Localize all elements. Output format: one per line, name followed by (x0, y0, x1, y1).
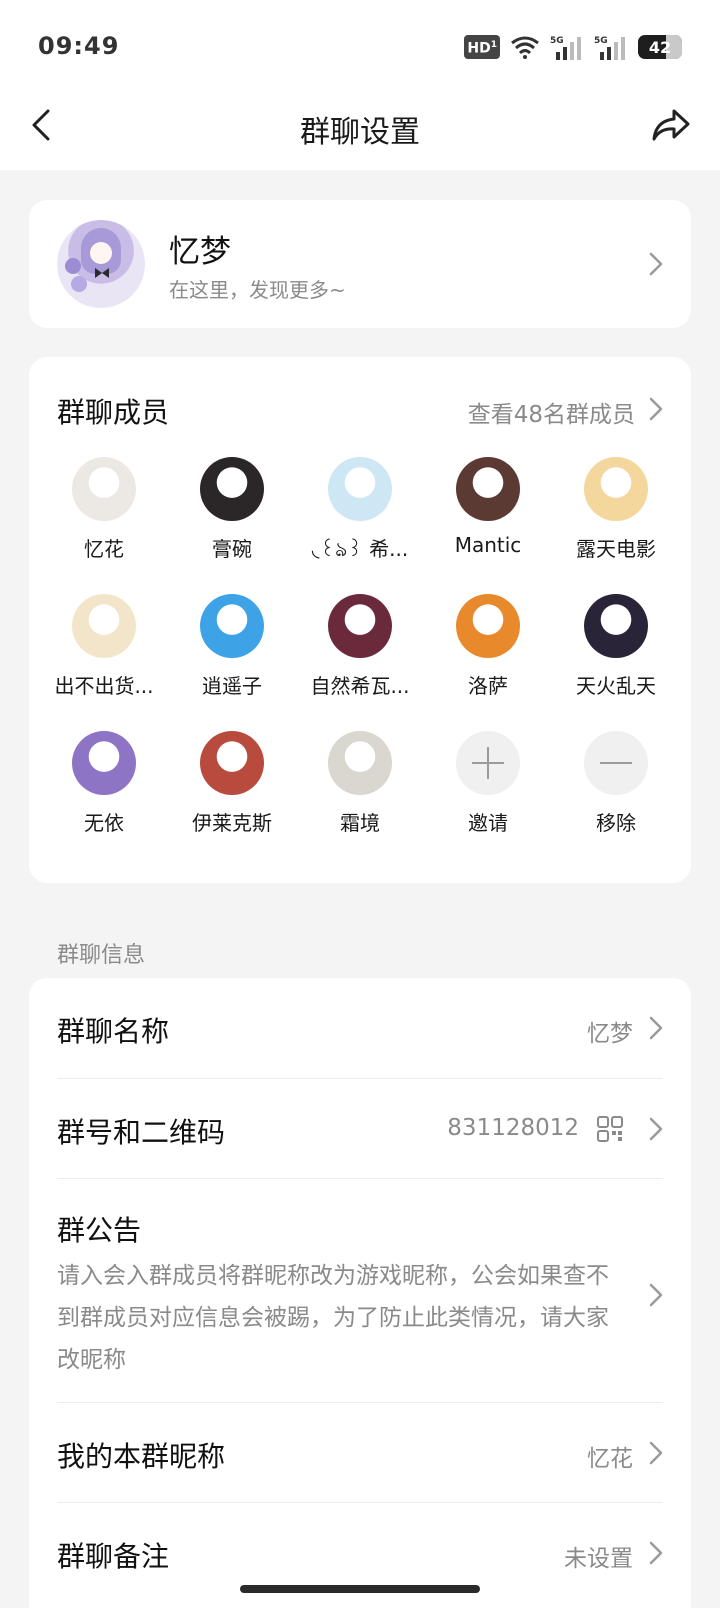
member-avatar (72, 457, 136, 521)
group-number-label: 群号和二维码 (57, 1116, 226, 1149)
chevron-right-icon (649, 1541, 663, 1565)
group-name-value: 忆梦 (587, 1021, 633, 1047)
chevron-right-icon (649, 1117, 663, 1141)
member-item[interactable]: 霜境 (294, 731, 426, 836)
member-name: 出不出货... (54, 674, 154, 698)
group-notice-row[interactable]: 群公告 请入会入群成员将群昵称改为游戏昵称，公会如果查不到群成员对应信息会被踢，… (57, 1179, 663, 1403)
my-nickname-row[interactable]: 我的本群昵称 忆花 (57, 1403, 663, 1503)
svg-text:5G: 5G (594, 36, 608, 46)
member-item[interactable]: Mantic (422, 457, 554, 557)
group-subtitle: 在这里，发现更多~ (169, 278, 346, 302)
member-name: Mantic (454, 533, 522, 557)
view-all-members-link[interactable]: 查看48名群成员 (468, 395, 635, 429)
member-item[interactable]: 逍遥子 (166, 594, 298, 699)
chevron-right-icon (649, 397, 663, 421)
member-item[interactable]: ◟꒰ঌ꒱ 希... (294, 457, 426, 568)
status-time: 09:49 (38, 32, 120, 60)
group-profile-card[interactable]: 忆梦 在这里，发现更多~ (29, 200, 691, 328)
status-bar: 09:49 HD1 5G 5G 42 (38, 28, 682, 68)
remove-label: 移除 (596, 811, 636, 835)
member-avatar (584, 457, 648, 521)
share-button[interactable] (650, 105, 692, 145)
member-name: 洛萨 (468, 674, 508, 698)
status-icons: HD1 5G 5G 42 (464, 34, 682, 60)
remove-button[interactable]: 移除 (550, 731, 682, 836)
member-avatar (72, 594, 136, 658)
member-item[interactable]: 天火乱天 (550, 594, 682, 699)
member-item[interactable]: 出不出货... (38, 594, 170, 699)
member-avatar (584, 594, 648, 658)
member-item[interactable]: 膏碗 (166, 457, 298, 562)
battery-icon: 42 (638, 35, 682, 59)
group-remark-value: 未设置 (564, 1546, 633, 1572)
chevron-right-icon (649, 252, 663, 276)
member-name: 天火乱天 (576, 674, 656, 698)
group-remark-label: 群聊备注 (57, 1540, 170, 1573)
nav-bar: 群聊设置 (0, 95, 720, 155)
group-name-label: 群聊名称 (57, 1015, 170, 1048)
member-avatar (456, 457, 520, 521)
share-icon (652, 109, 690, 141)
invite-button[interactable]: 邀请 (422, 731, 554, 836)
member-item[interactable]: 伊莱克斯 (166, 731, 298, 836)
plus-icon (456, 731, 520, 795)
members-card: 群聊成员 查看48名群成员 忆花 膏碗 ◟꒰ঌ꒱ 希... Mantic 露天电… (29, 357, 691, 883)
member-name: 露天电影 (576, 537, 656, 561)
minus-icon (584, 731, 648, 795)
member-item[interactable]: 洛萨 (422, 594, 554, 699)
member-avatar (328, 731, 392, 795)
top-bar: 09:49 HD1 5G 5G 42 群聊设置 (0, 0, 720, 170)
member-item[interactable]: 露天电影 (550, 457, 682, 562)
members-title: 群聊成员 (57, 396, 170, 429)
invite-label: 邀请 (468, 811, 508, 835)
member-avatar (200, 594, 264, 658)
group-notice-text: 请入会入群成员将群昵称改为游戏昵称，公会如果查不到群成员对应信息会被踢，为了防止… (57, 1263, 609, 1373)
member-name: 自然希瓦... (310, 674, 410, 698)
my-nickname-label: 我的本群昵称 (57, 1440, 226, 1473)
member-avatar (328, 594, 392, 658)
member-avatar (328, 457, 392, 521)
hd-icon: HD1 (464, 35, 500, 59)
group-info-card: 群聊名称 忆梦 群号和二维码 831128012 群公告 请入会入群成员将群昵称… (29, 978, 691, 1608)
member-name: 逍遥子 (202, 674, 262, 698)
group-info-section-label: 群聊信息 (57, 943, 146, 968)
chevron-right-icon (649, 1016, 663, 1040)
member-name: 忆花 (84, 537, 124, 561)
page-title: 群聊设置 (300, 115, 420, 150)
member-item[interactable]: 自然希瓦... (294, 594, 426, 699)
wifi-icon (511, 36, 539, 59)
member-name: 霜境 (340, 811, 380, 835)
member-item[interactable]: 无依 (38, 731, 170, 836)
group-number-value: 831128012 (447, 1115, 579, 1141)
member-name: 膏碗 (212, 537, 252, 561)
svg-text:5G: 5G (550, 36, 564, 46)
group-name-row[interactable]: 群聊名称 忆梦 (57, 978, 663, 1079)
signal-icon: 5G (550, 36, 581, 60)
member-item[interactable]: 忆花 (38, 457, 170, 562)
member-avatar (200, 731, 264, 795)
signal-icon-2: 5G (594, 36, 625, 60)
member-avatar (456, 594, 520, 658)
home-indicator[interactable] (240, 1585, 480, 1593)
group-notice-label: 群公告 (57, 1214, 142, 1247)
group-avatar (57, 220, 145, 308)
member-name: ◟꒰ঌ꒱ 希... (311, 537, 409, 561)
member-name: 无依 (84, 811, 124, 835)
group-name: 忆梦 (169, 234, 231, 270)
qr-code-icon (597, 1116, 623, 1142)
chevron-right-icon (649, 1283, 663, 1307)
my-nickname-value: 忆花 (587, 1446, 633, 1472)
group-number-row[interactable]: 群号和二维码 831128012 (57, 1079, 663, 1179)
member-name: 伊莱克斯 (192, 811, 272, 835)
chevron-right-icon (649, 1441, 663, 1465)
member-avatar (200, 457, 264, 521)
member-avatar (72, 731, 136, 795)
